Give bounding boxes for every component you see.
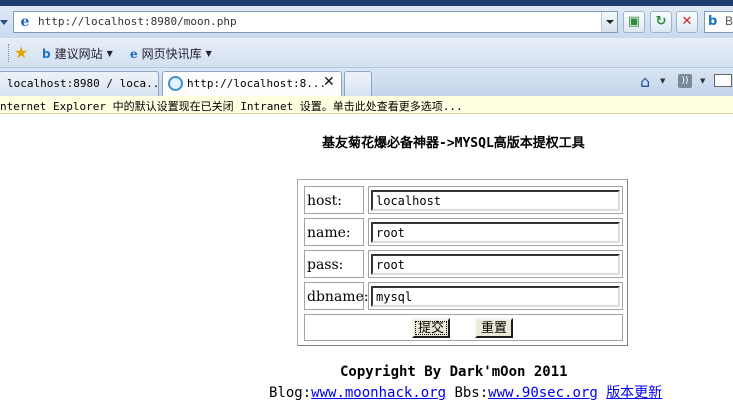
- blog-prefix: Blog:: [269, 385, 312, 401]
- dbname-label: dbname:: [307, 289, 369, 305]
- stop-button[interactable]: ✕: [676, 11, 698, 33]
- chevron-down-icon: ▼: [106, 49, 113, 58]
- loading-globe-icon: [168, 76, 183, 91]
- name-input[interactable]: [371, 222, 620, 243]
- copyright-text: Copyright By Dark'mOon 2011: [340, 364, 568, 380]
- tab-moon-active[interactable]: http://localhost:8... ✕: [162, 71, 342, 96]
- information-bar[interactable]: nternet Explorer 中的默认设置现在已关闭 Intranet 设置…: [0, 96, 733, 114]
- bing-icon: b: [708, 14, 718, 29]
- update-link[interactable]: 版本更新: [606, 385, 662, 401]
- dbname-input[interactable]: [371, 286, 620, 307]
- form-label-cell: pass:: [304, 250, 364, 278]
- form-input-cell: [368, 282, 623, 310]
- reset-button[interactable]: 重置: [475, 318, 513, 338]
- address-bar[interactable]: e http://localhost:8980/moon.php: [13, 11, 618, 33]
- refresh-button[interactable]: ↻: [650, 11, 672, 33]
- form-button-cell: 提交 重置: [304, 314, 623, 341]
- form-input-cell: [368, 218, 623, 246]
- nav-dropdown-icon[interactable]: [0, 20, 8, 25]
- favorites-bar: ★ b 建议网站 ▼ e 网页快讯库 ▼: [0, 38, 733, 68]
- toolbar-grip: [8, 44, 10, 62]
- blog-link[interactable]: www.moonhack.org: [311, 385, 446, 401]
- ie-logo-icon: e: [130, 47, 138, 61]
- suggested-sites-button[interactable]: b 建议网站 ▼: [42, 45, 113, 62]
- chevron-down-icon[interactable]: ▼: [660, 77, 665, 85]
- home-icon[interactable]: ⌂: [640, 72, 650, 91]
- mail-icon[interactable]: [714, 74, 732, 87]
- chevron-down-icon: ▼: [205, 49, 212, 58]
- suggested-sites-label: 建议网站: [54, 47, 103, 61]
- login-form: host: name: pass: dbname: 提交 重置: [297, 179, 628, 346]
- pass-input[interactable]: [371, 254, 620, 275]
- tab-phpmyadmin[interactable]: localhost:8980 / loca...: [0, 71, 159, 96]
- info-bar-text[interactable]: nternet Explorer 中的默认设置现在已关闭 Intranet 设置…: [0, 98, 463, 114]
- submit-button[interactable]: 提交: [412, 318, 450, 338]
- form-label-cell: host:: [304, 186, 364, 214]
- bbs-link[interactable]: www.90sec.org: [488, 385, 598, 401]
- form-input-cell: [368, 250, 623, 278]
- footer-links: Blog:www.moonhack.org Bbs:www.90sec.org …: [269, 382, 662, 402]
- bbs-prefix: Bbs:: [446, 385, 489, 401]
- search-provider-text: B: [725, 14, 733, 28]
- search-box[interactable]: b B: [704, 11, 733, 33]
- form-label-cell: name:: [304, 218, 364, 246]
- compatibility-view-button[interactable]: ▣: [623, 11, 645, 33]
- host-input[interactable]: [371, 190, 620, 211]
- tab-bar: localhost:8980 / loca... http://localhos…: [0, 68, 733, 96]
- form-input-cell: [368, 186, 623, 214]
- address-url[interactable]: http://localhost:8980/moon.php: [38, 15, 237, 28]
- host-label: host:: [307, 193, 342, 209]
- pass-label: pass:: [307, 257, 344, 273]
- favorites-star-icon[interactable]: ★: [14, 43, 28, 62]
- bing-icon: b: [42, 47, 51, 61]
- page-title: 基友菊花爆必备神器->MYSQL高版本提权工具: [322, 136, 585, 151]
- form-label-cell: dbname:: [304, 282, 369, 310]
- ie-logo-icon: e: [20, 14, 30, 30]
- web-slice-gallery-label: 网页快讯库: [141, 47, 202, 61]
- close-tab-icon[interactable]: ✕: [323, 74, 335, 90]
- new-tab-button[interactable]: [344, 71, 372, 96]
- web-slice-gallery-button[interactable]: e 网页快讯库 ▼: [130, 45, 212, 62]
- rss-feed-icon[interactable]: )): [678, 74, 692, 88]
- chevron-down-icon[interactable]: ▼: [700, 77, 705, 85]
- tab-title: localhost:8980 / loca...: [7, 77, 159, 90]
- name-label: name:: [307, 225, 351, 241]
- tab-title: http://localhost:8...: [187, 77, 327, 90]
- address-dropdown-button[interactable]: [601, 12, 617, 32]
